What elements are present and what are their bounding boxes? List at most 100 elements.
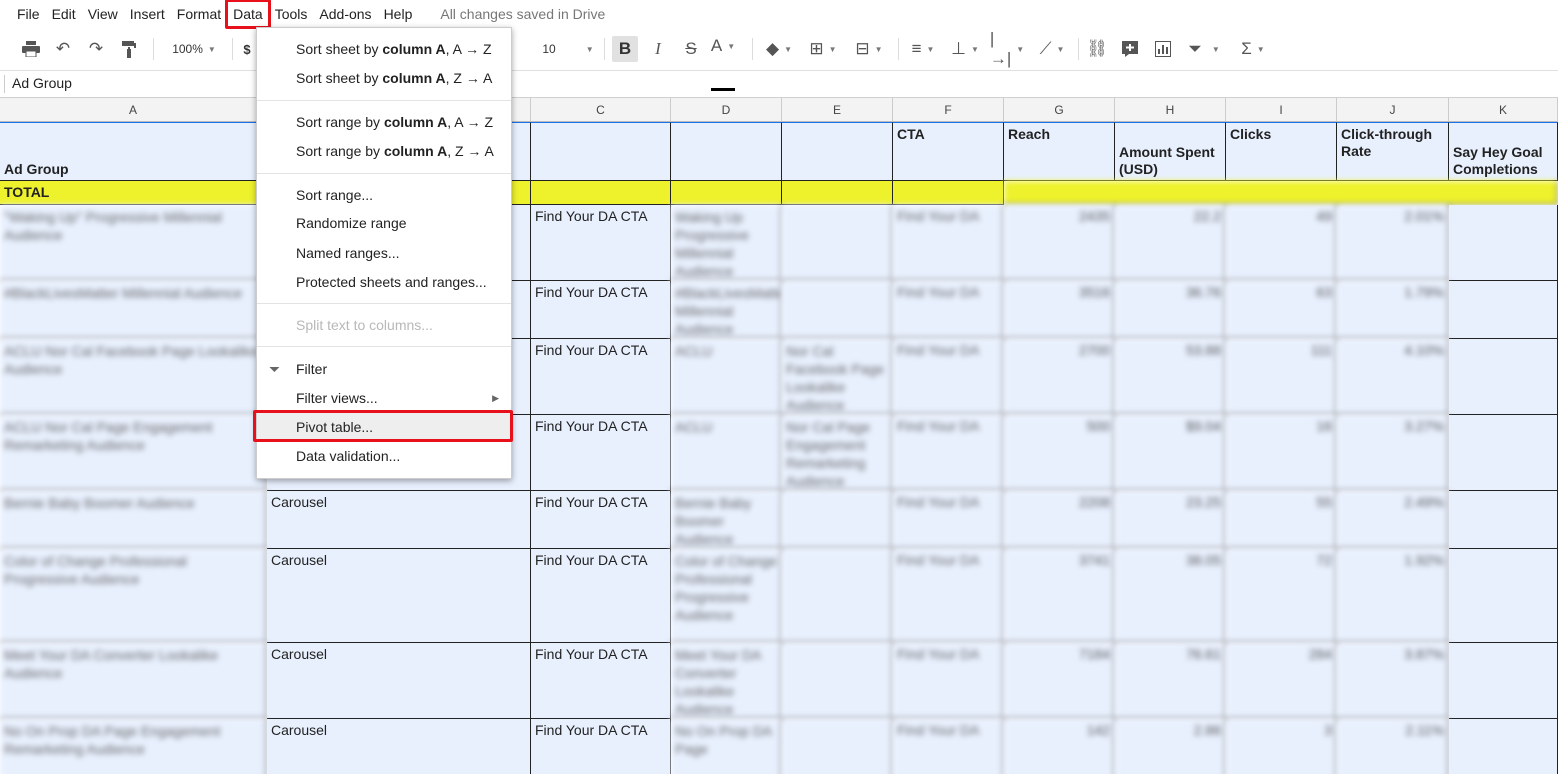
cell-d[interactable]: #BlackLivesMatter Millennial Audience [671, 281, 782, 339]
cell-c[interactable]: Find Your DA CTA [531, 719, 671, 774]
functions-button[interactable]: Σ ▼ [1236, 36, 1270, 62]
cell-total-f[interactable] [893, 181, 1004, 205]
cell-f[interactable]: Find Your DA [893, 415, 1004, 491]
paint-format-icon[interactable] [118, 36, 140, 62]
cell-f[interactable]: Find Your DA [893, 339, 1004, 415]
cell-c[interactable]: Find Your DA CTA [531, 281, 671, 339]
cell-j[interactable]: 2.49% [1337, 491, 1449, 549]
cell-k[interactable] [1449, 549, 1558, 643]
cell-i[interactable]: 111 [1226, 339, 1337, 415]
column-header-e[interactable]: E [782, 98, 893, 122]
column-header-k[interactable]: K [1449, 98, 1558, 122]
cell-j[interactable]: 3.27% [1337, 415, 1449, 491]
cell-k[interactable] [1449, 339, 1558, 415]
formula-bar[interactable]: Ad Group [0, 71, 1558, 98]
cell-c[interactable]: Find Your DA CTA [531, 643, 671, 719]
cell-header-amount-spent[interactable]: Amount Spent (USD) [1115, 122, 1226, 181]
column-header-f[interactable]: F [893, 98, 1004, 122]
column-header-j[interactable]: J [1337, 98, 1449, 122]
cell-d[interactable]: ACLU [671, 415, 782, 491]
cell-i[interactable]: 63 [1226, 281, 1337, 339]
cell-h[interactable]: 23.25 [1115, 491, 1226, 549]
column-header-i[interactable]: I [1226, 98, 1337, 122]
cell-h[interactable]: 38.05 [1115, 549, 1226, 643]
menu-addons[interactable]: Add-ons [313, 1, 377, 27]
cell-b[interactable]: Carousel [267, 549, 531, 643]
cell-b[interactable]: Carousel [267, 643, 531, 719]
menu-sort-range-za[interactable]: Sort range by column A, Z → A [257, 137, 511, 165]
cell-h[interactable]: 76.61 [1115, 643, 1226, 719]
cell-header-c[interactable] [531, 122, 671, 181]
cell-total-c[interactable] [531, 181, 671, 205]
print-icon[interactable] [20, 36, 42, 62]
cell-e[interactable] [782, 281, 893, 339]
text-color-button[interactable]: A ▼ [711, 36, 735, 62]
cell-header-cta[interactable]: CTA [893, 122, 1004, 181]
cell-h[interactable]: 2.86 [1115, 719, 1226, 774]
cell-i[interactable]: 49 [1226, 205, 1337, 281]
cell-total-e[interactable] [782, 181, 893, 205]
menu-edit[interactable]: Edit [46, 1, 82, 27]
cell-h[interactable]: 53.88 [1115, 339, 1226, 415]
insert-link-icon[interactable]: ⛓ [1086, 36, 1108, 62]
menu-data-validation[interactable]: Data validation... [257, 442, 511, 470]
cell-j[interactable]: 4.10% [1337, 339, 1449, 415]
cell-g[interactable]: 2700 [1004, 339, 1115, 415]
cell-j[interactable]: 1.79% [1337, 281, 1449, 339]
cell-e[interactable] [782, 205, 893, 281]
menu-tools[interactable]: Tools [269, 1, 314, 27]
undo-icon[interactable]: ↶ [52, 36, 74, 62]
cell-total-d[interactable] [671, 181, 782, 205]
vertical-align-button[interactable]: ⊥ ▼ [948, 36, 982, 62]
cell-h[interactable]: 36.76 [1115, 281, 1226, 339]
cell-e[interactable]: Nor Cal Facebook Page Lookalike Audience [782, 339, 893, 415]
cell-i[interactable]: 72 [1226, 549, 1337, 643]
cell-c[interactable]: Find Your DA CTA [531, 415, 671, 491]
cell-c[interactable]: Find Your DA CTA [531, 339, 671, 415]
cell-e[interactable] [782, 643, 893, 719]
cell-d[interactable]: Color of Change Professional Progressive… [671, 549, 782, 643]
cell-d[interactable]: ACLU [671, 339, 782, 415]
cell-a[interactable]: "Waking Up" Progressive Millennial Audie… [0, 205, 267, 281]
cell-total-label[interactable]: TOTAL [0, 181, 267, 205]
cell-a[interactable]: Meet Your DA Converter Lookalike Audienc… [0, 643, 267, 719]
cell-i[interactable]: 55 [1226, 491, 1337, 549]
cell-k[interactable] [1449, 415, 1558, 491]
fill-color-button[interactable]: ◆ ▼ [762, 36, 796, 62]
italic-button[interactable]: I [648, 36, 668, 62]
cell-i[interactable]: 284 [1226, 643, 1337, 719]
cell-header-reach[interactable]: Reach [1004, 122, 1115, 181]
cell-i[interactable]: 3 [1226, 719, 1337, 774]
menu-help[interactable]: Help [378, 1, 419, 27]
cell-j[interactable]: 1.92% [1337, 549, 1449, 643]
cell-e[interactable] [782, 491, 893, 549]
cell-d[interactable]: Waking Up Progressive Millennial Audienc… [671, 205, 782, 281]
cell-f[interactable]: Find Your DA [893, 491, 1004, 549]
cell-c[interactable]: Find Your DA CTA [531, 549, 671, 643]
cell-d[interactable]: No On Prop DA Page [671, 719, 782, 774]
cell-d[interactable]: Bernie Baby Boomer Audience [671, 491, 782, 549]
text-wrap-button[interactable]: |→| ▼ [990, 29, 1024, 68]
menu-protected-ranges[interactable]: Protected sheets and ranges... [257, 268, 511, 296]
cell-e[interactable] [782, 549, 893, 643]
menu-data[interactable]: Data [225, 0, 271, 29]
menu-sort-sheet-az[interactable]: Sort sheet by column A, A → Z [257, 35, 511, 63]
bold-button[interactable]: B [612, 36, 638, 62]
cell-j[interactable]: 2.11% [1337, 719, 1449, 774]
cell-f[interactable]: Find Your DA [893, 549, 1004, 643]
cell-g[interactable]: 2208 [1004, 491, 1115, 549]
menu-filter[interactable]: ⏷ Filter [257, 355, 511, 383]
insert-comment-icon[interactable] [1119, 36, 1141, 62]
cell-header-goal-completions[interactable]: Say Hey Goal Completions [1449, 122, 1558, 181]
column-header-c[interactable]: C [531, 98, 671, 122]
menu-insert[interactable]: Insert [124, 1, 171, 27]
cell-g[interactable]: 7184 [1004, 643, 1115, 719]
menu-view[interactable]: View [82, 1, 124, 27]
zoom-select[interactable]: 100% ▼ [166, 36, 222, 62]
currency-format-button[interactable]: $ [240, 36, 254, 62]
menu-sort-range[interactable]: Sort range... [257, 181, 511, 209]
menu-sort-sheet-za[interactable]: Sort sheet by column A, Z → A [257, 64, 511, 92]
menu-format[interactable]: Format [171, 1, 227, 27]
cell-e[interactable] [782, 719, 893, 774]
cell-a[interactable]: ACLU Nor Cal Facebook Page Lookalike Aud… [0, 339, 267, 415]
